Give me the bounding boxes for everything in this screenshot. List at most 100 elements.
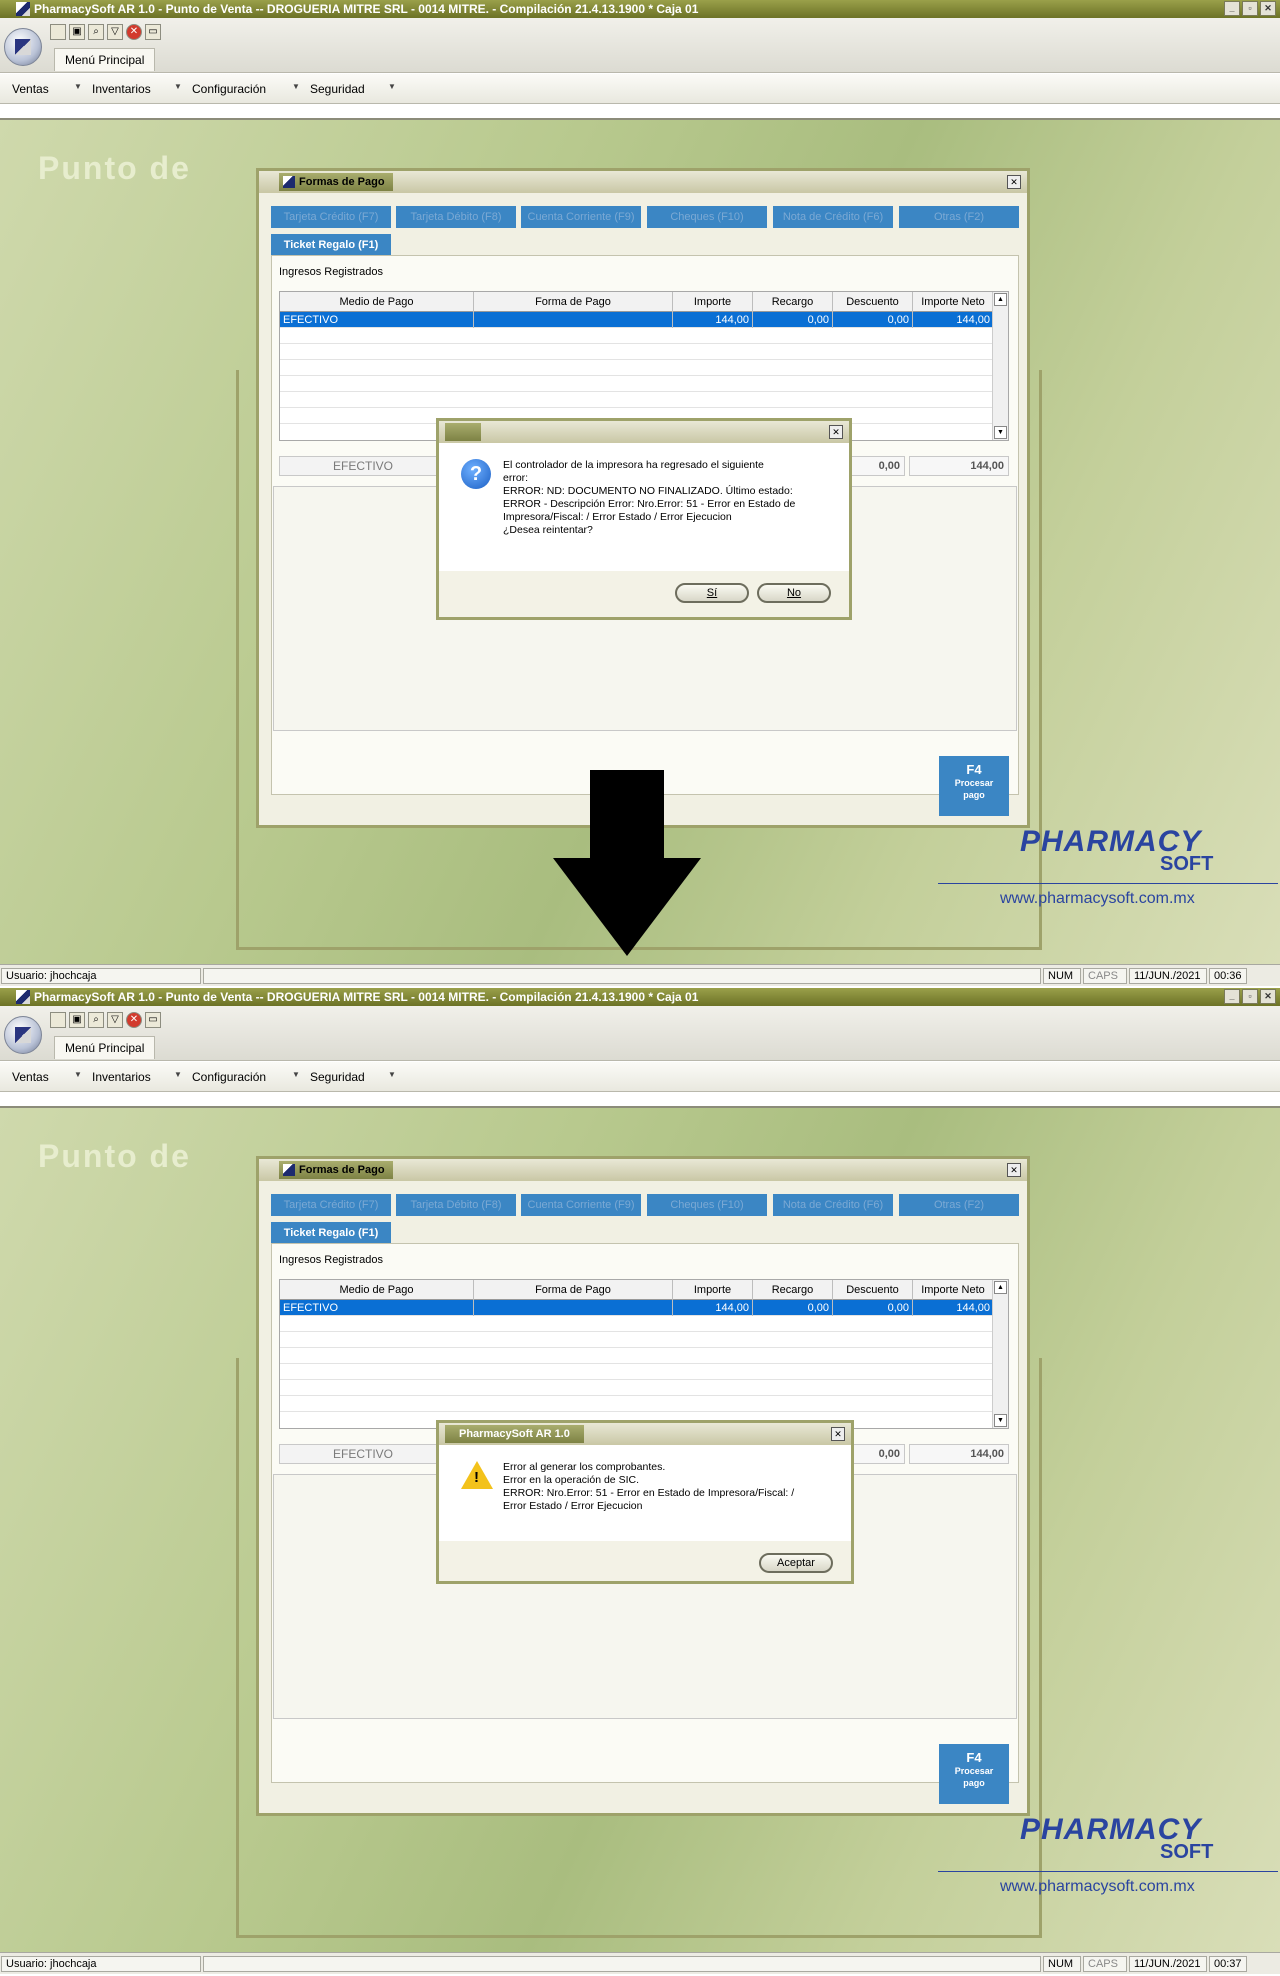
accept-button[interactable]: Aceptar xyxy=(759,1553,833,1573)
print-icon[interactable]: ▭ xyxy=(145,24,161,40)
close-icon[interactable]: ✕ xyxy=(1007,1163,1021,1177)
save-icon[interactable]: ▣ xyxy=(69,1012,85,1028)
btn-tarjeta-debito[interactable]: Tarjeta Débito (F8) xyxy=(396,206,516,228)
table-row[interactable] xyxy=(280,392,994,408)
chevron-down-icon[interactable]: ▼ xyxy=(174,82,182,91)
app-menu-orb[interactable] xyxy=(4,28,42,66)
col-importe-neto[interactable]: Importe Neto xyxy=(913,292,994,312)
app-menu-orb[interactable] xyxy=(4,1016,42,1054)
menu-configuracion[interactable]: Configuración xyxy=(192,1070,266,1084)
new-icon[interactable] xyxy=(50,24,66,40)
menu-ventas[interactable]: Ventas xyxy=(12,1070,49,1084)
search-icon[interactable]: ⌕ xyxy=(88,24,104,40)
chevron-down-icon[interactable]: ▼ xyxy=(292,1070,300,1079)
col-importe[interactable]: Importe xyxy=(673,1280,753,1300)
col-recargo[interactable]: Recargo xyxy=(753,1280,833,1300)
table-row[interactable] xyxy=(280,1396,994,1412)
close-icon[interactable]: ✕ xyxy=(831,1427,845,1441)
table-scrollbar[interactable]: ▲ ▼ xyxy=(992,1280,1008,1428)
menu-inventarios[interactable]: Inventarios xyxy=(92,1070,151,1084)
btn-cheques[interactable]: Cheques (F10) xyxy=(647,1194,767,1216)
table-scrollbar[interactable]: ▲ ▼ xyxy=(992,292,1008,440)
tab-menu-principal[interactable]: Menú Principal xyxy=(54,48,156,71)
btn-nota-credito[interactable]: Nota de Crédito (F6) xyxy=(773,206,893,228)
table-row[interactable] xyxy=(280,1380,994,1396)
btn-ticket-regalo[interactable]: Ticket Regalo (F1) xyxy=(271,234,391,256)
close-window-button[interactable]: ✕ xyxy=(1260,1,1276,16)
menu-ventas[interactable]: Ventas xyxy=(12,82,49,96)
cancel-icon[interactable]: ✕ xyxy=(126,24,142,40)
cell-medio: EFECTIVO xyxy=(280,1300,474,1316)
efectivo-field: EFECTIVO xyxy=(279,456,447,476)
col-medio[interactable]: Medio de Pago xyxy=(280,292,474,312)
col-forma[interactable]: Forma de Pago xyxy=(474,1280,673,1300)
col-descuento[interactable]: Descuento xyxy=(833,1280,913,1300)
menu-seguridad[interactable]: Seguridad xyxy=(310,1070,365,1084)
question-icon: ? xyxy=(461,459,491,489)
table-row[interactable] xyxy=(280,1316,994,1332)
process-payment-button[interactable]: F4 Procesar pago xyxy=(939,1744,1009,1804)
menu-configuracion[interactable]: Configuración xyxy=(192,82,266,96)
close-icon[interactable]: ✕ xyxy=(1007,175,1021,189)
col-forma[interactable]: Forma de Pago xyxy=(474,292,673,312)
btn-tarjeta-credito[interactable]: Tarjeta Crédito (F7) xyxy=(271,1194,391,1216)
save-icon[interactable]: ▣ xyxy=(69,24,85,40)
restore-button[interactable]: ▫ xyxy=(1242,1,1258,16)
brand-divider xyxy=(938,1871,1278,1872)
btn-cuenta-corriente[interactable]: Cuenta Corriente (F9) xyxy=(521,206,641,228)
scroll-up-icon[interactable]: ▲ xyxy=(994,293,1007,306)
btn-cheques[interactable]: Cheques (F10) xyxy=(647,206,767,228)
btn-tarjeta-debito[interactable]: Tarjeta Débito (F8) xyxy=(396,1194,516,1216)
table-row[interactable] xyxy=(280,328,994,344)
btn-otras[interactable]: Otras (F2) xyxy=(899,206,1019,228)
col-importe[interactable]: Importe xyxy=(673,292,753,312)
scroll-down-icon[interactable]: ▼ xyxy=(994,1414,1007,1427)
table-row[interactable] xyxy=(280,344,994,360)
menu-inventarios[interactable]: Inventarios xyxy=(92,82,151,96)
chevron-down-icon[interactable]: ▼ xyxy=(388,1070,396,1079)
filter-icon[interactable]: ▽ xyxy=(107,1012,123,1028)
close-window-button[interactable]: ✕ xyxy=(1260,989,1276,1004)
process-payment-button[interactable]: F4 Procesar pago xyxy=(939,756,1009,816)
chevron-down-icon[interactable]: ▼ xyxy=(74,1070,82,1079)
chevron-down-icon[interactable]: ▼ xyxy=(292,82,300,91)
cancel-icon[interactable]: ✕ xyxy=(126,1012,142,1028)
table-row[interactable] xyxy=(280,1348,994,1364)
brand-url: www.pharmacysoft.com.mx xyxy=(1000,1878,1195,1895)
btn-tarjeta-credito[interactable]: Tarjeta Crédito (F7) xyxy=(271,206,391,228)
col-recargo[interactable]: Recargo xyxy=(753,292,833,312)
minimize-button[interactable]: _ xyxy=(1224,1,1240,16)
quick-access-toolbar: ▣ ⌕ ▽ ✕ ▭ xyxy=(50,1012,161,1028)
table-row[interactable] xyxy=(280,376,994,392)
scroll-down-icon[interactable]: ▼ xyxy=(994,426,1007,439)
new-icon[interactable] xyxy=(50,1012,66,1028)
no-button[interactable]: No xyxy=(757,583,831,603)
ribbon: ▣ ⌕ ▽ ✕ ▭ Menú Principal xyxy=(0,18,1280,73)
restore-button[interactable]: ▫ xyxy=(1242,989,1258,1004)
btn-ticket-regalo[interactable]: Ticket Regalo (F1) xyxy=(271,1222,391,1244)
chevron-down-icon[interactable]: ▼ xyxy=(174,1070,182,1079)
col-descuento[interactable]: Descuento xyxy=(833,292,913,312)
print-icon[interactable]: ▭ xyxy=(145,1012,161,1028)
minimize-button[interactable]: _ xyxy=(1224,989,1240,1004)
search-icon[interactable]: ⌕ xyxy=(88,1012,104,1028)
btn-nota-credito[interactable]: Nota de Crédito (F6) xyxy=(773,1194,893,1216)
chevron-down-icon[interactable]: ▼ xyxy=(388,82,396,91)
table-row[interactable]: EFECTIVO 144,00 0,00 0,00 144,00 xyxy=(280,1300,994,1316)
close-icon[interactable]: ✕ xyxy=(829,425,843,439)
col-medio[interactable]: Medio de Pago xyxy=(280,1280,474,1300)
filter-icon[interactable]: ▽ xyxy=(107,24,123,40)
btn-otras[interactable]: Otras (F2) xyxy=(899,1194,1019,1216)
btn-cuenta-corriente[interactable]: Cuenta Corriente (F9) xyxy=(521,1194,641,1216)
table-row[interactable] xyxy=(280,1332,994,1348)
tab-menu-principal[interactable]: Menú Principal xyxy=(54,1036,156,1059)
cell-importe: 144,00 xyxy=(673,1300,753,1316)
scroll-up-icon[interactable]: ▲ xyxy=(994,1281,1007,1294)
table-row[interactable]: EFECTIVO 144,00 0,00 0,00 144,00 xyxy=(280,312,994,328)
yes-button[interactable]: Sí xyxy=(675,583,749,603)
table-row[interactable] xyxy=(280,360,994,376)
chevron-down-icon[interactable]: ▼ xyxy=(74,82,82,91)
col-importe-neto[interactable]: Importe Neto xyxy=(913,1280,994,1300)
table-row[interactable] xyxy=(280,1364,994,1380)
menu-seguridad[interactable]: Seguridad xyxy=(310,82,365,96)
